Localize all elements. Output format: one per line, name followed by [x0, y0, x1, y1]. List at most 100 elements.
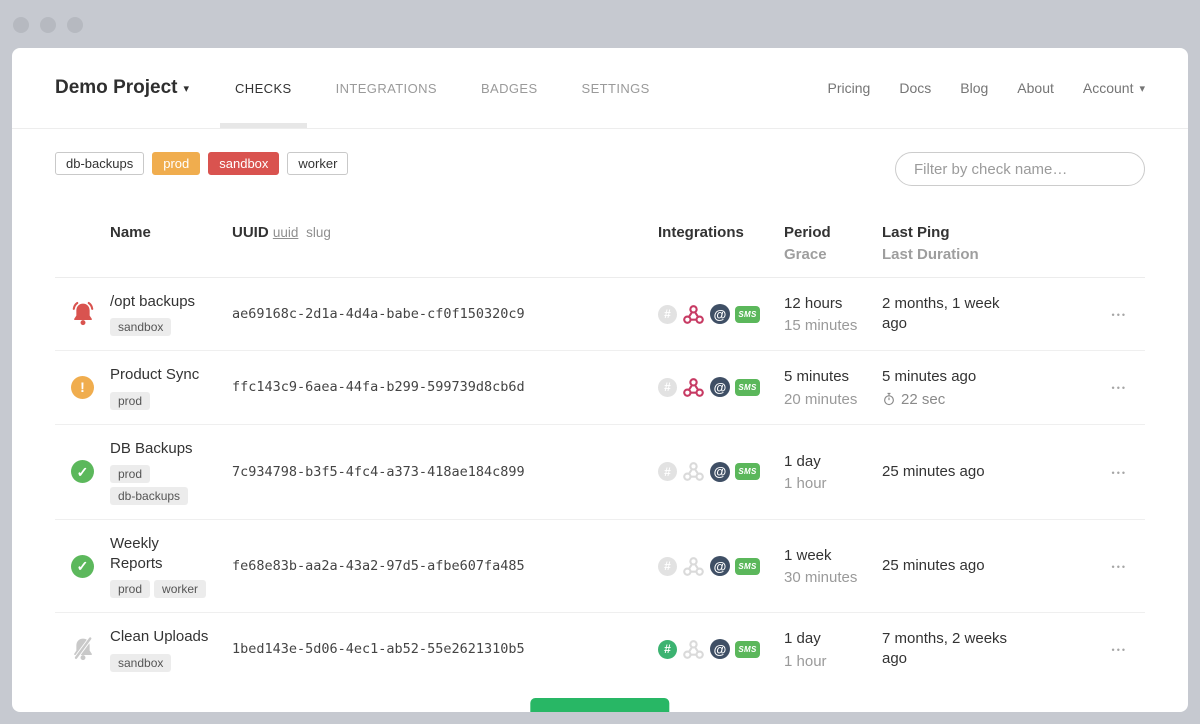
- secondary-nav: Pricing Docs Blog About Account ▾: [828, 48, 1145, 128]
- grace-value: 1 hour: [784, 475, 882, 492]
- check-name[interactable]: DB Backups: [110, 439, 210, 459]
- email-icon[interactable]: @: [710, 639, 730, 659]
- status-up-icon: ✓: [71, 460, 94, 483]
- tag-filter-worker[interactable]: worker: [287, 152, 348, 175]
- last-ping-value: 2 months, 1 week ago: [882, 294, 1022, 335]
- last-ping-cell: 7 months, 2 weeks ago: [882, 629, 1032, 670]
- status-up-icon: ✓: [71, 555, 94, 578]
- project-switcher[interactable]: Demo Project ▾: [55, 48, 189, 128]
- status-down-bell-icon: [69, 300, 97, 328]
- sms-icon[interactable]: SMS: [735, 463, 760, 480]
- check-uuid: ae69168c-2d1a-4d4a-babe-cf0f150320c9: [232, 306, 658, 322]
- period-value: 12 hours: [784, 294, 882, 314]
- webhook-icon[interactable]: [682, 638, 705, 661]
- check-tag[interactable]: db-backups: [110, 487, 188, 505]
- sms-icon[interactable]: SMS: [735, 558, 760, 575]
- last-ping-cell: 2 months, 1 week ago: [882, 294, 1032, 335]
- tag-filter-prod[interactable]: prod: [152, 152, 200, 175]
- check-name[interactable]: /opt backups: [110, 292, 210, 312]
- slack-icon[interactable]: #: [658, 640, 677, 659]
- main-tabs: CHECKS INTEGRATIONS BADGES SETTINGS: [213, 48, 672, 128]
- column-header-grace: Grace: [784, 246, 882, 263]
- check-tag[interactable]: sandbox: [110, 318, 171, 336]
- webhook-icon[interactable]: [682, 303, 705, 326]
- period-value: 5 minutes: [784, 367, 882, 387]
- window-minimize-button[interactable]: [40, 17, 56, 33]
- last-ping-cell: 25 minutes ago: [882, 462, 1032, 482]
- nav-link-blog[interactable]: Blog: [960, 80, 988, 96]
- window-close-button[interactable]: [13, 17, 29, 33]
- sms-icon[interactable]: SMS: [735, 379, 760, 396]
- window-controls: [13, 17, 83, 33]
- slack-icon[interactable]: #: [658, 557, 677, 576]
- check-name[interactable]: Weekly Reports: [110, 534, 210, 575]
- period-value: 1 day: [784, 629, 882, 649]
- email-icon[interactable]: @: [710, 556, 730, 576]
- slack-icon[interactable]: #: [658, 462, 677, 481]
- row-menu-button[interactable]: •••: [1112, 645, 1127, 655]
- window-zoom-button[interactable]: [67, 17, 83, 33]
- slug-toggle-link[interactable]: slug: [306, 225, 331, 240]
- check-uuid: ffc143c9-6aea-44fa-b299-599739d8cb6d: [232, 379, 658, 395]
- webhook-icon[interactable]: [682, 460, 705, 483]
- sms-icon[interactable]: SMS: [735, 641, 760, 658]
- integrations-cell: # @ SMS: [658, 555, 784, 578]
- period-cell: 1 week 30 minutes: [784, 546, 882, 586]
- period-value: 1 week: [784, 546, 882, 566]
- nav-link-about[interactable]: About: [1017, 80, 1054, 96]
- table-row: ✓ DB Backups prod db-backups 7c934798-b3…: [55, 425, 1145, 520]
- last-ping-cell: 5 minutes ago 22 sec: [882, 367, 1032, 407]
- check-tag[interactable]: sandbox: [110, 654, 171, 672]
- period-cell: 1 day 1 hour: [784, 452, 882, 492]
- check-uuid: 1bed143e-5d06-4ec1-ab52-55e2621310b5: [232, 641, 658, 657]
- grace-value: 30 minutes: [784, 569, 882, 586]
- tag-filter-db-backups[interactable]: db-backups: [55, 152, 144, 175]
- tag-filter-sandbox[interactable]: sandbox: [208, 152, 279, 175]
- filter-bar: db-backups prod sandbox worker: [55, 152, 1145, 186]
- tab-badges[interactable]: BADGES: [466, 48, 553, 128]
- add-check-button[interactable]: Add Check: [530, 698, 669, 712]
- grace-value: 15 minutes: [784, 317, 882, 334]
- check-name[interactable]: Product Sync: [110, 365, 210, 385]
- email-icon[interactable]: @: [710, 377, 730, 397]
- last-ping-value: 5 minutes ago: [882, 367, 1022, 387]
- integrations-cell: # @ SMS: [658, 460, 784, 483]
- check-tag[interactable]: worker: [154, 580, 206, 598]
- check-uuid: 7c934798-b3f5-4fc4-a373-418ae184c899: [232, 464, 658, 480]
- check-name[interactable]: Clean Uploads: [110, 627, 210, 647]
- row-menu-button[interactable]: •••: [1112, 310, 1127, 320]
- row-menu-button[interactable]: •••: [1112, 383, 1127, 393]
- period-value: 1 day: [784, 452, 882, 472]
- column-header-uuid: UUID uuid slug: [232, 224, 658, 241]
- period-cell: 5 minutes 20 minutes: [784, 367, 882, 407]
- check-name-filter-input[interactable]: [895, 152, 1145, 186]
- column-header-last-ping: Last Ping Last Duration: [882, 224, 1032, 263]
- row-menu-button[interactable]: •••: [1112, 468, 1127, 478]
- nav-link-pricing[interactable]: Pricing: [828, 80, 871, 96]
- tab-checks[interactable]: CHECKS: [220, 48, 307, 128]
- check-tag[interactable]: prod: [110, 580, 150, 598]
- last-ping-value: 25 minutes ago: [882, 462, 1022, 482]
- webhook-icon[interactable]: [682, 555, 705, 578]
- grace-value: 20 minutes: [784, 391, 882, 408]
- table-row: /opt backups sandbox ae69168c-2d1a-4d4a-…: [55, 278, 1145, 351]
- nav-link-docs[interactable]: Docs: [899, 80, 931, 96]
- webhook-icon[interactable]: [682, 376, 705, 399]
- uuid-toggle-link[interactable]: uuid: [273, 225, 299, 240]
- check-tag[interactable]: prod: [110, 465, 150, 483]
- slack-icon[interactable]: #: [658, 378, 677, 397]
- app-window: Demo Project ▾ CHECKS INTEGRATIONS BADGE…: [12, 48, 1188, 712]
- slack-icon[interactable]: #: [658, 305, 677, 324]
- row-menu-button[interactable]: •••: [1112, 562, 1127, 572]
- tab-integrations[interactable]: INTEGRATIONS: [321, 48, 452, 128]
- email-icon[interactable]: @: [710, 462, 730, 482]
- table-row: Clean Uploads sandbox 1bed143e-5d06-4ec1…: [55, 613, 1145, 685]
- email-icon[interactable]: @: [710, 304, 730, 324]
- integrations-cell: # @ SMS: [658, 376, 784, 399]
- check-tag[interactable]: prod: [110, 392, 150, 410]
- sms-icon[interactable]: SMS: [735, 306, 760, 323]
- last-ping-value: 7 months, 2 weeks ago: [882, 629, 1022, 670]
- account-menu[interactable]: Account ▾: [1083, 80, 1145, 96]
- table-header: Name UUID uuid slug Integrations Period …: [55, 224, 1145, 278]
- tab-settings[interactable]: SETTINGS: [567, 48, 665, 128]
